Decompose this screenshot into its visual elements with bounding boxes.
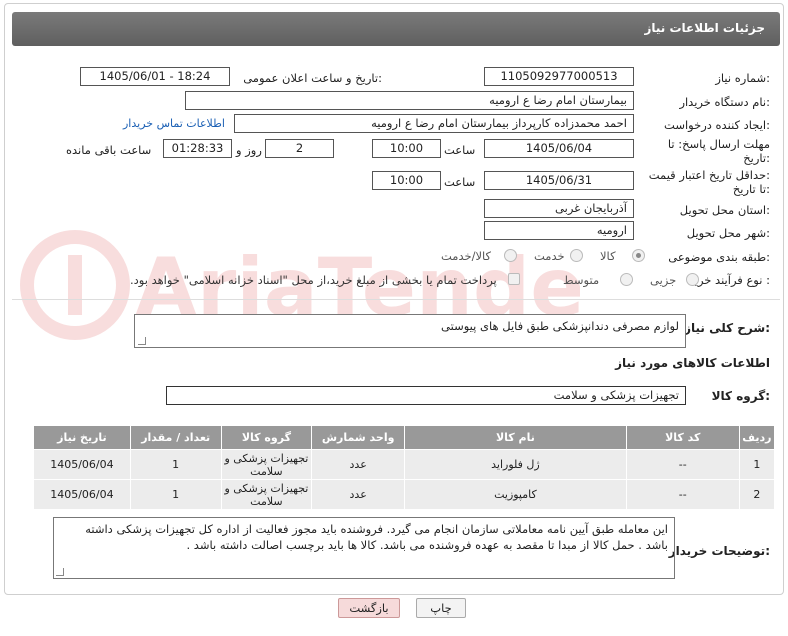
cell-qty: 1 [129, 479, 222, 510]
announce-datetime-field: 1405/06/01 - 18:24 [80, 67, 230, 86]
goods-info-title: اطلاعات کالاهای مورد نیاز [615, 356, 770, 370]
cell-name: ژل فلوراید [404, 449, 627, 480]
process-radio-minor[interactable] [686, 273, 699, 286]
category-option-service: خدمت [534, 249, 565, 263]
treasury-payment-note: پرداخت تمام یا بخشی از مبلغ خرید،از محل … [130, 273, 497, 287]
cell-code: -- [625, 449, 740, 480]
city-field: ارومیه [484, 221, 634, 240]
buyer-notes-label: توضیحات خریدار: [668, 544, 770, 558]
category-label: طبقه بندی موضوعی: [668, 250, 770, 264]
reply-time-label: ساعت [444, 143, 476, 157]
process-radio-medium[interactable] [620, 273, 633, 286]
goods-group-label: گروه کالا: [711, 389, 770, 403]
col-qty: تعداد / مقدار [129, 425, 222, 450]
cell-group: تجهیزات پزشکی و سلامت [220, 449, 313, 480]
reply-deadline-label: مهلت ارسال پاسخ: تا [667, 137, 770, 151]
remaining-time-field: 01:28:33 [163, 139, 232, 158]
price-time-label: ساعت [444, 175, 476, 189]
contact-buyer-link[interactable]: اطلاعات تماس خریدار [123, 117, 225, 130]
back-button[interactable]: بازگشت [338, 598, 400, 618]
cell-name: کامپوزیت [404, 479, 627, 510]
items-table: ردیف کد کالا نام کالا واحد شمارش گروه کا… [33, 425, 776, 510]
cell-date: 1405/06/04 [33, 479, 131, 510]
buyer-field: بیمارستان امام رضا ع ارومیه [185, 91, 634, 110]
category-radio-service[interactable] [570, 249, 583, 262]
page-header: جزئیات اطلاعات نیاز [12, 12, 780, 46]
cell-group: تجهیزات پزشکی و سلامت [220, 479, 313, 510]
resize-handle[interactable] [56, 568, 64, 576]
need-number-field: 1105092977000513 [484, 67, 634, 86]
page-title: جزئیات اطلاعات نیاز [644, 21, 765, 35]
reply-date-field: 1405/06/04 [484, 139, 634, 158]
cell-row: 1 [738, 449, 776, 480]
table-row: 1 -- ژل فلوراید عدد تجهیزات پزشکی و سلام… [33, 449, 776, 480]
cell-row: 2 [738, 479, 776, 510]
process-option-minor: جزیی [650, 273, 677, 287]
process-type-label: نوع فرآیند خرید : [688, 273, 770, 287]
need-description-textarea[interactable]: لوازم مصرفی دندانپزشکی طبق فایل های پیوس… [134, 314, 686, 348]
reply-deadline-label-2: تاریخ: [743, 151, 770, 165]
col-name: نام کالا [404, 425, 627, 450]
reply-time-field: 10:00 [372, 139, 441, 158]
cell-unit: عدد [311, 449, 406, 480]
creator-field: احمد محمدزاده کارپرداز بیمارستان امام رض… [234, 114, 634, 133]
buyer-label: نام دستگاه خریدار: [679, 95, 770, 109]
col-row: ردیف [738, 425, 776, 450]
price-time-field: 10:00 [372, 171, 441, 190]
price-validity-label: حداقل تاریخ اعتبار قیمت: [648, 168, 770, 182]
announce-label: تاریخ و ساعت اعلان عمومی: [243, 71, 382, 85]
category-radio-goods[interactable] [632, 249, 645, 262]
goods-group-field: تجهیزات پزشکی و سلامت [166, 386, 686, 405]
province-field: آذربایجان غربی [484, 199, 634, 218]
table-row: 2 -- کامپوزیت عدد تجهیزات پزشکی و سلامت … [33, 479, 776, 510]
col-code: کد کالا [625, 425, 740, 450]
remaining-time-label: ساعت باقی مانده [66, 143, 152, 157]
province-label: استان محل تحویل: [679, 203, 770, 217]
category-option-goods: کالا [600, 249, 616, 263]
cell-date: 1405/06/04 [33, 449, 131, 480]
buyer-notes-textarea[interactable]: این معامله طبق آیین نامه معاملاتی سازمان… [53, 517, 675, 579]
need-description-label: شرح کلی نیاز: [684, 321, 770, 335]
print-button[interactable]: چاپ [416, 598, 466, 618]
days-label: روز و [236, 143, 262, 157]
category-option-both: کالا/خدمت [441, 249, 492, 263]
price-validity-label-2: تا تاریخ: [732, 182, 770, 196]
cell-code: -- [625, 479, 740, 510]
category-radio-both[interactable] [504, 249, 517, 262]
city-label: شهر محل تحویل: [686, 226, 770, 240]
divider [12, 299, 780, 300]
process-option-medium: متوسط [563, 273, 600, 287]
treasury-payment-checkbox[interactable] [508, 273, 520, 285]
col-group: گروه کالا [220, 425, 313, 450]
col-date: تاریخ نیاز [33, 425, 131, 450]
cell-unit: عدد [311, 479, 406, 510]
col-unit: واحد شمارش [311, 425, 406, 450]
need-number-label: شماره نیاز: [715, 71, 770, 85]
price-date-field: 1405/06/31 [484, 171, 634, 190]
resize-handle[interactable] [138, 337, 146, 345]
days-remaining-field: 2 [265, 139, 334, 158]
table-header-row: ردیف کد کالا نام کالا واحد شمارش گروه کا… [33, 425, 776, 450]
cell-qty: 1 [129, 449, 222, 480]
creator-label: ایجاد کننده درخواست: [664, 118, 770, 132]
